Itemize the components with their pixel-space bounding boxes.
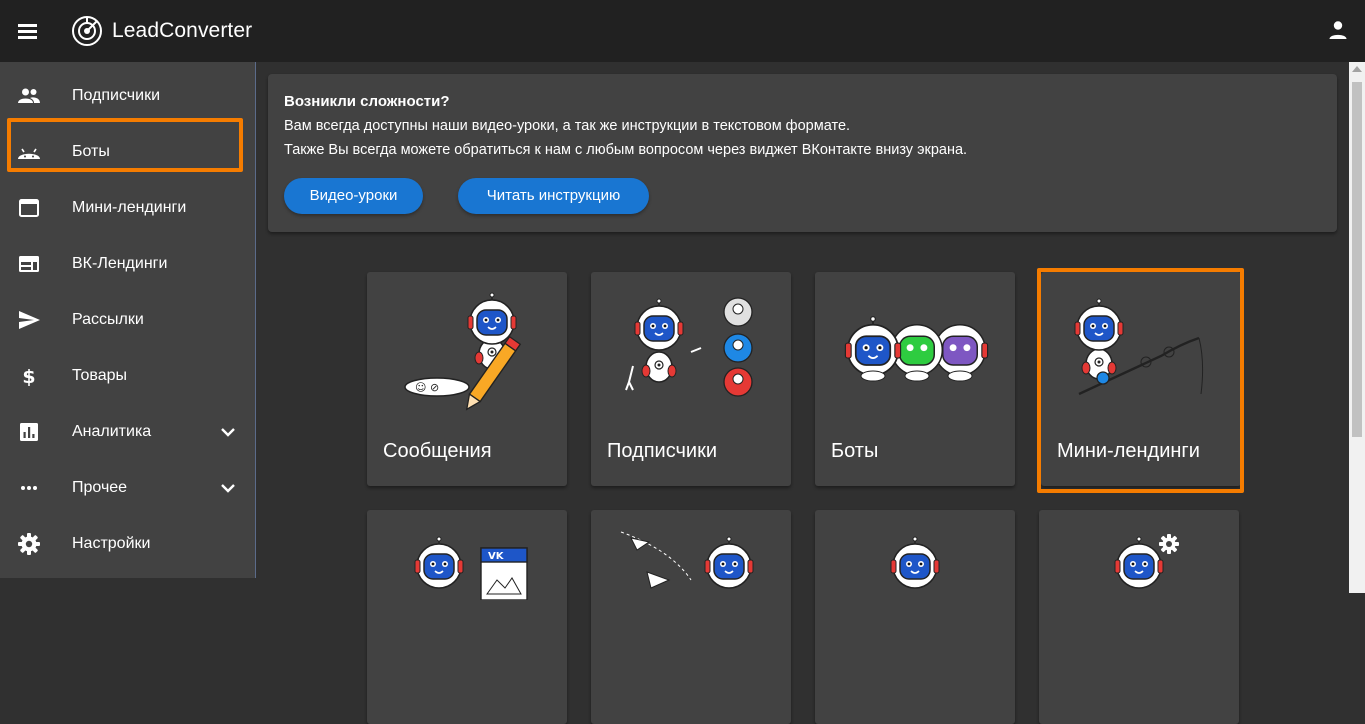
sidebar-item-mini-landings[interactable]: Мини-лендинги [0,180,255,236]
sidebar-item-label: Мини-лендинги [72,199,187,216]
sidebar-item-label: Товары [72,367,128,384]
sidebar-item-subscribers[interactable]: Подписчики [0,68,255,124]
robot-subscribers-icon [625,297,753,397]
sidebar-item-label: ВК-Лендинги [72,255,168,272]
more-horiz-icon [21,486,37,490]
card-label: Мини-лендинги [1057,440,1200,462]
svg-text:☺ ⊘: ☺ ⊘ [415,381,439,394]
account-icon[interactable] [1326,18,1350,42]
scrollbar-thumb[interactable] [1352,82,1362,437]
card-vk-landings[interactable]: VK [367,510,567,724]
menu-icon[interactable] [14,17,42,45]
robot-gear-icon [1114,534,1179,589]
sidebar-item-bots[interactable]: Боты [0,124,255,180]
dollar-icon: $ [22,366,35,388]
people-icon [18,88,40,103]
robot-fishing-icon [1074,298,1204,396]
card-bots[interactable]: Боты [815,272,1015,486]
card-label: Подписчики [607,440,718,462]
gear-icon [18,533,40,555]
sidebar-item-label: Рассылки [72,311,144,328]
sidebar-item-mailings[interactable]: Рассылки [0,292,255,348]
svg-text:$: $ [22,366,35,388]
card-mini-landings[interactable]: Мини-лендинги [1041,272,1241,486]
robot-pencil-icon: ☺ ⊘ [404,292,522,411]
robot-mailing-icon [620,531,754,589]
read-instructions-button[interactable]: Читать инструкцию [458,178,649,214]
sidebar-item-vk-landings[interactable]: ВК-Лендинги [0,236,255,292]
sidebar-item-label: Аналитика [72,423,152,440]
chevron-down-icon[interactable] [216,476,240,500]
robot-vk-icon: VK [414,536,528,600]
web-layout-icon [19,256,39,272]
sidebar-item-analytics[interactable]: Аналитика [0,404,255,460]
analytics-icon [20,423,38,441]
card-messages[interactable]: ☺ ⊘ Сообщения [367,272,567,486]
app-title: LeadConverter [112,19,253,42]
sidebar-item-label: Боты [72,143,110,160]
notice-text-line-1: Вам всегда доступны наши видео-уроки, а … [284,118,851,134]
robot-icon [890,536,940,589]
notice-title: Возникли сложности? [284,93,450,110]
logo-icon [72,16,102,46]
sidebar-item-label: Прочее [72,479,128,496]
sidebar-item-other[interactable]: Прочее [0,460,255,516]
card-label: Боты [831,440,879,462]
card-subscribers[interactable]: Подписчики [591,272,791,486]
sidebar-item-label: Настройки [72,535,151,552]
web-window-icon [19,199,39,217]
scroll-up-arrow-icon[interactable] [1352,66,1362,72]
card-mailings[interactable] [591,510,791,724]
chevron-down-icon[interactable] [216,420,240,444]
top-app-bar: LeadConverter [0,0,1365,62]
sidebar-item-settings[interactable]: Настройки [0,516,255,572]
sidebar-item-products[interactable]: $ Товары [0,348,255,404]
card-settings[interactable] [1039,510,1239,724]
sidebar: Подписчики Боты Мини-лендинги ВК-Лендинг… [0,62,256,578]
robot-group-icon [844,315,989,382]
sidebar-item-label: Подписчики [72,87,161,104]
svg-text:VK: VK [488,551,505,562]
send-icon [19,311,40,329]
card-products[interactable] [815,510,1015,724]
video-lessons-button[interactable]: Видео-уроки [284,178,423,214]
notice-text-line-2: Также Вы всегда можете обратиться к нам … [284,142,968,158]
app-logo[interactable]: LeadConverter [71,14,252,48]
help-notice: Возникли сложности? Вам всегда доступны … [268,74,1337,232]
card-label: Сообщения [383,440,492,462]
android-icon [18,148,40,159]
